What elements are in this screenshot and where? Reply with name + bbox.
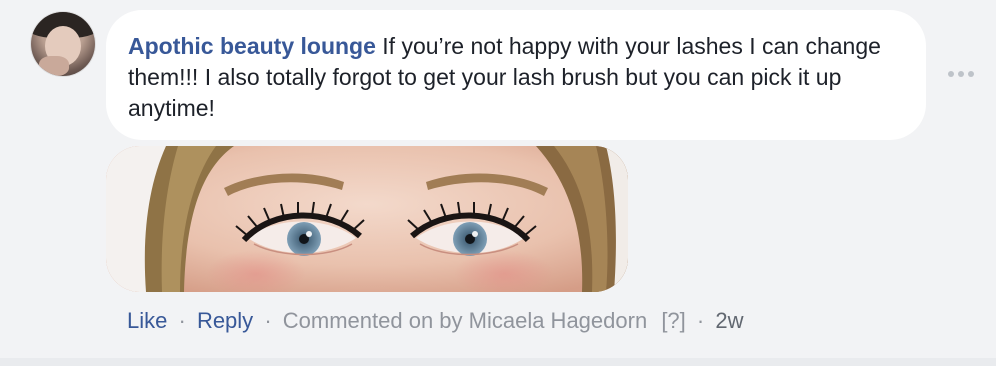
more-dot (948, 71, 954, 77)
more-options-icon[interactable] (944, 66, 978, 82)
reply-link[interactable]: Reply (197, 308, 253, 333)
comment-body: Apothic beauty lounge If you’re not happ… (128, 31, 908, 124)
more-dot (968, 71, 974, 77)
comment-actions: Like · Reply · Commented on by Micaela H… (127, 307, 743, 335)
more-dot (958, 71, 964, 77)
separator-dot: · (696, 308, 705, 333)
comment-author-link[interactable]: Apothic beauty lounge (128, 33, 376, 59)
comment-photo[interactable] (106, 146, 628, 292)
commenter-avatar[interactable] (31, 12, 95, 76)
help-link[interactable]: [?] (653, 308, 685, 333)
thread-divider (0, 358, 996, 366)
eyelash-photo (106, 146, 628, 292)
commented-on-by-text: Commented on by Micaela Hagedorn (282, 308, 648, 333)
avatar-hand (39, 56, 69, 76)
comment-thread: Apothic beauty lounge If you’re not happ… (0, 0, 996, 366)
timestamp-link[interactable]: 2w (715, 308, 743, 333)
separator-dot: · (178, 308, 186, 333)
like-link[interactable]: Like (127, 308, 167, 333)
separator-dot: · (264, 308, 272, 333)
